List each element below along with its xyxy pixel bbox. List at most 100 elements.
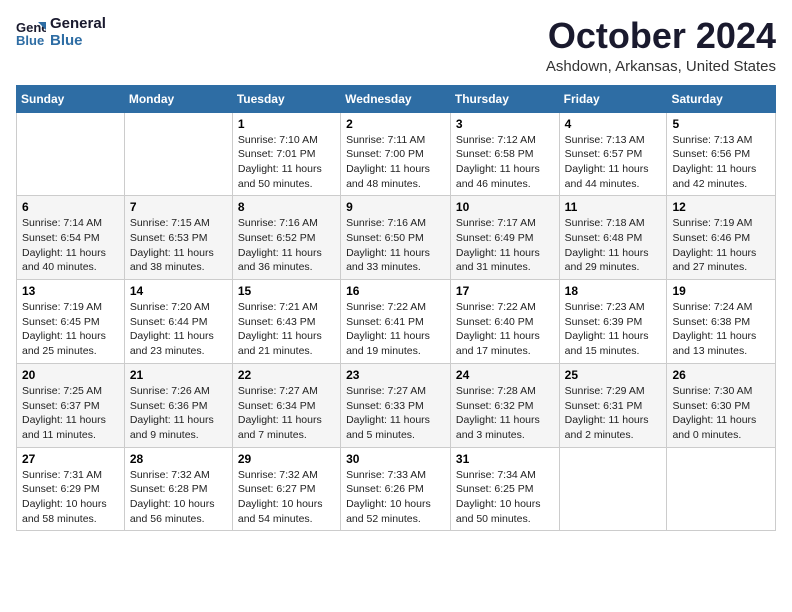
calendar-cell: 16Sunrise: 7:22 AM Sunset: 6:41 PM Dayli… (341, 280, 451, 364)
calendar-cell: 6 Sunrise: 7:14 AM Sunset: 6:54 PM Daylig… (17, 196, 125, 280)
day-info: Sunrise: 7:33 AM Sunset: 6:26 PM Dayligh… (346, 468, 445, 527)
calendar-cell: 12 Sunrise: 7:19 AM Sunset: 6:46 PM Dayli… (667, 196, 776, 280)
calendar-cell: 17 Sunrise: 7:22 AM Sunset: 6:40 PM Dayli… (450, 280, 559, 364)
day-number: 31 (456, 452, 554, 466)
day-number: 10 (456, 200, 554, 214)
weekday-header-wednesday: Wednesday (341, 85, 451, 112)
day-number: 14 (130, 284, 227, 298)
day-info: Sunrise: 7:27 AM Sunset: 6:34 PM Dayligh… (238, 384, 335, 443)
day-number: 13 (22, 284, 119, 298)
day-info: Sunrise: 7:32 AM Sunset: 6:28 PM Dayligh… (130, 468, 227, 527)
calendar-cell: 9Sunrise: 7:16 AM Sunset: 6:50 PM Daylig… (341, 196, 451, 280)
calendar-cell: 29 Sunrise: 7:32 AM Sunset: 6:27 PM Dayli… (232, 447, 340, 531)
day-number: 7 (130, 200, 227, 214)
day-info: Sunrise: 7:26 AM Sunset: 6:36 PM Dayligh… (130, 384, 227, 443)
calendar-cell (17, 112, 125, 196)
day-number: 23 (346, 368, 445, 382)
calendar-cell: 11Sunrise: 7:18 AM Sunset: 6:48 PM Dayli… (559, 196, 667, 280)
day-info: Sunrise: 7:17 AM Sunset: 6:49 PM Dayligh… (456, 216, 554, 275)
day-info: Sunrise: 7:32 AM Sunset: 6:27 PM Dayligh… (238, 468, 335, 527)
day-number: 26 (672, 368, 770, 382)
day-info: Sunrise: 7:19 AM Sunset: 6:46 PM Dayligh… (672, 216, 770, 275)
weekday-header-sunday: Sunday (17, 85, 125, 112)
day-number: 12 (672, 200, 770, 214)
calendar-cell: 22 Sunrise: 7:27 AM Sunset: 6:34 PM Dayli… (232, 363, 340, 447)
day-info: Sunrise: 7:20 AM Sunset: 6:44 PM Dayligh… (130, 300, 227, 359)
weekday-header-saturday: Saturday (667, 85, 776, 112)
calendar-week-4: 20Sunrise: 7:25 AM Sunset: 6:37 PM Dayli… (17, 363, 776, 447)
day-number: 19 (672, 284, 770, 298)
calendar-table: SundayMondayTuesdayWednesdayThursdayFrid… (16, 85, 776, 532)
day-number: 27 (22, 452, 119, 466)
weekday-header-thursday: Thursday (450, 85, 559, 112)
logo-text-general: General (50, 16, 106, 33)
calendar-cell: 27Sunrise: 7:31 AM Sunset: 6:29 PM Dayli… (17, 447, 125, 531)
calendar-cell: 15 Sunrise: 7:21 AM Sunset: 6:43 PM Dayli… (232, 280, 340, 364)
calendar-cell: 7 Sunrise: 7:15 AM Sunset: 6:53 PM Daylig… (124, 196, 232, 280)
calendar-cell: 4 Sunrise: 7:13 AM Sunset: 6:57 PM Daylig… (559, 112, 667, 196)
logo: General Blue General Blue (16, 16, 106, 49)
calendar-cell: 5 Sunrise: 7:13 AM Sunset: 6:56 PM Daylig… (667, 112, 776, 196)
day-number: 5 (672, 117, 770, 131)
title-block: October 2024 Ashdown, Arkansas, United S… (546, 16, 776, 75)
day-info: Sunrise: 7:24 AM Sunset: 6:38 PM Dayligh… (672, 300, 770, 359)
day-number: 2 (346, 117, 445, 131)
day-info: Sunrise: 7:22 AM Sunset: 6:40 PM Dayligh… (456, 300, 554, 359)
day-info: Sunrise: 7:18 AM Sunset: 6:48 PM Dayligh… (565, 216, 662, 275)
calendar-cell: 24Sunrise: 7:28 AM Sunset: 6:32 PM Dayli… (450, 363, 559, 447)
day-number: 1 (238, 117, 335, 131)
calendar-cell: 10 Sunrise: 7:17 AM Sunset: 6:49 PM Dayli… (450, 196, 559, 280)
day-number: 16 (346, 284, 445, 298)
calendar-cell: 21 Sunrise: 7:26 AM Sunset: 6:36 PM Dayli… (124, 363, 232, 447)
day-info: Sunrise: 7:21 AM Sunset: 6:43 PM Dayligh… (238, 300, 335, 359)
calendar-week-2: 6 Sunrise: 7:14 AM Sunset: 6:54 PM Daylig… (17, 196, 776, 280)
day-info: Sunrise: 7:16 AM Sunset: 6:52 PM Dayligh… (238, 216, 335, 275)
calendar-cell (124, 112, 232, 196)
day-number: 3 (456, 117, 554, 131)
day-number: 28 (130, 452, 227, 466)
calendar-cell: 13Sunrise: 7:19 AM Sunset: 6:45 PM Dayli… (17, 280, 125, 364)
day-number: 29 (238, 452, 335, 466)
svg-text:Blue: Blue (16, 33, 44, 48)
day-number: 22 (238, 368, 335, 382)
day-info: Sunrise: 7:10 AM Sunset: 7:01 PM Dayligh… (238, 133, 335, 192)
calendar-cell: 20Sunrise: 7:25 AM Sunset: 6:37 PM Dayli… (17, 363, 125, 447)
month-title: October 2024 (546, 16, 776, 56)
calendar-cell: 23 Sunrise: 7:27 AM Sunset: 6:33 PM Dayli… (341, 363, 451, 447)
day-info: Sunrise: 7:29 AM Sunset: 6:31 PM Dayligh… (565, 384, 662, 443)
logo-text-blue: Blue (50, 33, 106, 50)
day-info: Sunrise: 7:27 AM Sunset: 6:33 PM Dayligh… (346, 384, 445, 443)
weekday-header-row: SundayMondayTuesdayWednesdayThursdayFrid… (17, 85, 776, 112)
day-info: Sunrise: 7:28 AM Sunset: 6:32 PM Dayligh… (456, 384, 554, 443)
calendar-cell: 3 Sunrise: 7:12 AM Sunset: 6:58 PM Daylig… (450, 112, 559, 196)
weekday-header-friday: Friday (559, 85, 667, 112)
day-info: Sunrise: 7:15 AM Sunset: 6:53 PM Dayligh… (130, 216, 227, 275)
calendar-cell (559, 447, 667, 531)
calendar-cell: 2 Sunrise: 7:11 AM Sunset: 7:00 PM Daylig… (341, 112, 451, 196)
calendar-week-3: 13Sunrise: 7:19 AM Sunset: 6:45 PM Dayli… (17, 280, 776, 364)
calendar-cell: 30 Sunrise: 7:33 AM Sunset: 6:26 PM Dayli… (341, 447, 451, 531)
calendar-cell: 14 Sunrise: 7:20 AM Sunset: 6:44 PM Dayli… (124, 280, 232, 364)
day-number: 17 (456, 284, 554, 298)
day-info: Sunrise: 7:13 AM Sunset: 6:57 PM Dayligh… (565, 133, 662, 192)
logo-icon: General Blue (16, 18, 46, 48)
weekday-header-tuesday: Tuesday (232, 85, 340, 112)
day-info: Sunrise: 7:30 AM Sunset: 6:30 PM Dayligh… (672, 384, 770, 443)
day-number: 6 (22, 200, 119, 214)
calendar-cell (667, 447, 776, 531)
page-header: General Blue General Blue October 2024 A… (16, 16, 776, 75)
day-info: Sunrise: 7:34 AM Sunset: 6:25 PM Dayligh… (456, 468, 554, 527)
day-number: 4 (565, 117, 662, 131)
calendar-week-1: 1 Sunrise: 7:10 AM Sunset: 7:01 PM Daylig… (17, 112, 776, 196)
calendar-cell: 25Sunrise: 7:29 AM Sunset: 6:31 PM Dayli… (559, 363, 667, 447)
day-info: Sunrise: 7:13 AM Sunset: 6:56 PM Dayligh… (672, 133, 770, 192)
calendar-cell: 18Sunrise: 7:23 AM Sunset: 6:39 PM Dayli… (559, 280, 667, 364)
calendar-cell: 28 Sunrise: 7:32 AM Sunset: 6:28 PM Dayli… (124, 447, 232, 531)
day-number: 21 (130, 368, 227, 382)
calendar-cell: 8Sunrise: 7:16 AM Sunset: 6:52 PM Daylig… (232, 196, 340, 280)
day-info: Sunrise: 7:14 AM Sunset: 6:54 PM Dayligh… (22, 216, 119, 275)
day-number: 15 (238, 284, 335, 298)
day-info: Sunrise: 7:12 AM Sunset: 6:58 PM Dayligh… (456, 133, 554, 192)
day-info: Sunrise: 7:11 AM Sunset: 7:00 PM Dayligh… (346, 133, 445, 192)
day-number: 30 (346, 452, 445, 466)
